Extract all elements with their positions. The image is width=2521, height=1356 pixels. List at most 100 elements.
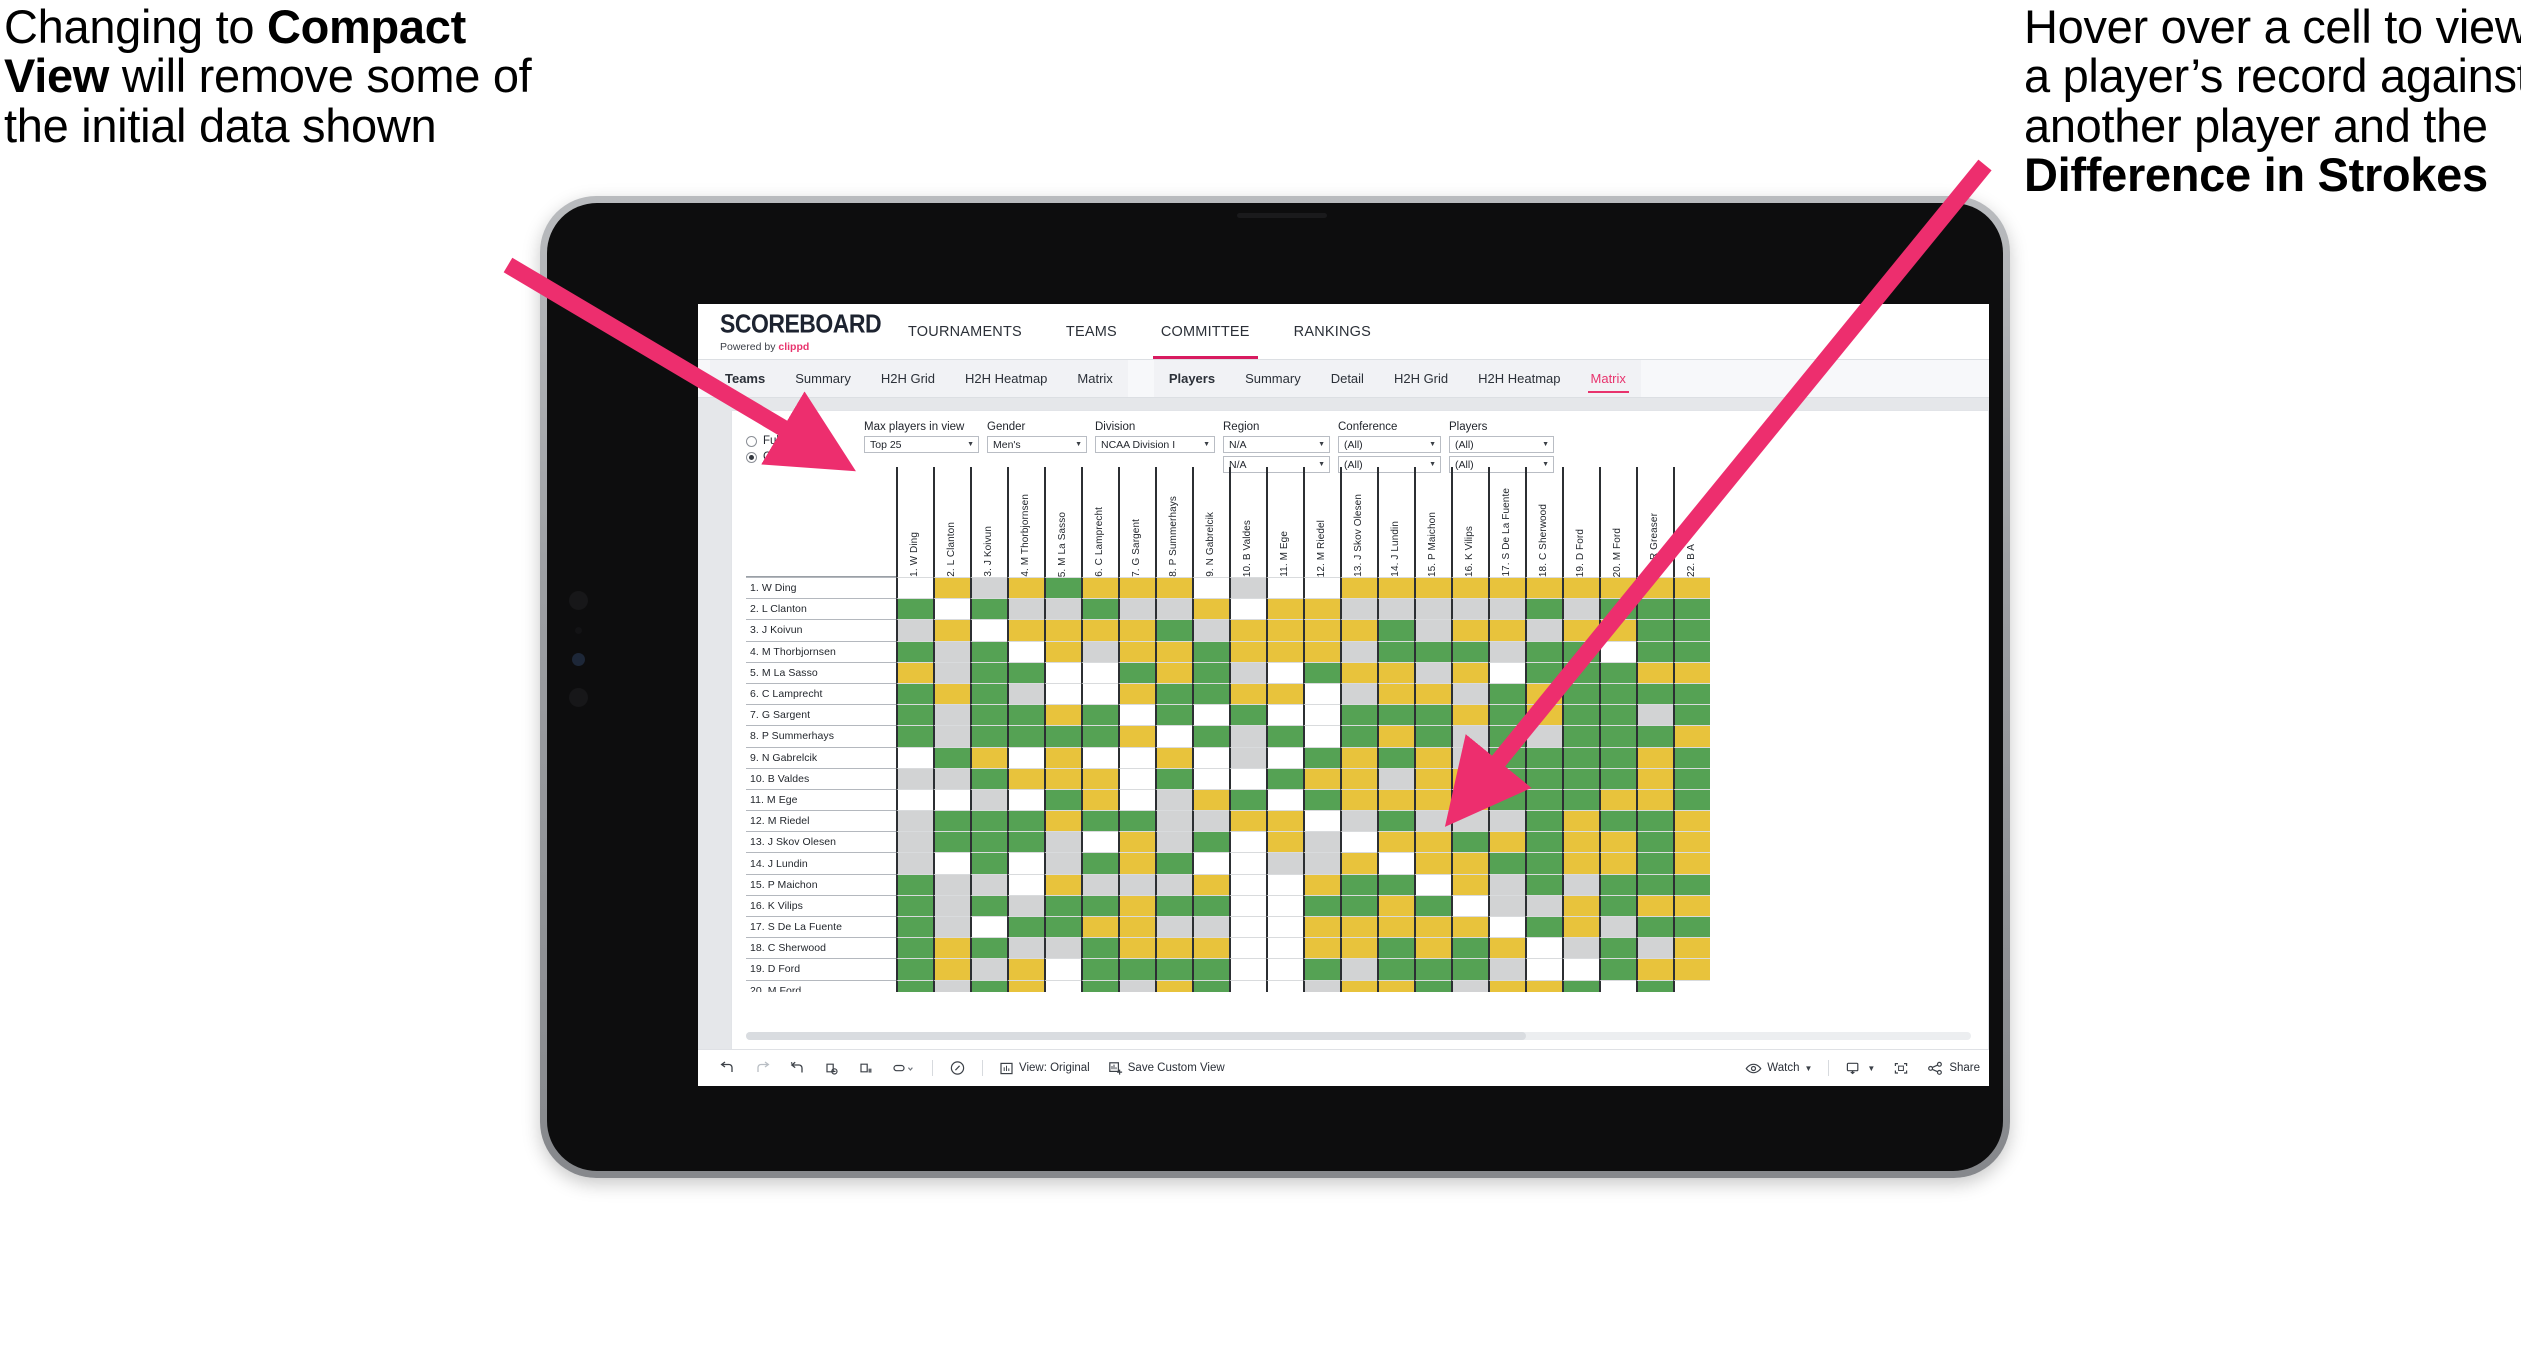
matrix-cell[interactable] bbox=[1118, 958, 1155, 980]
matrix-cell[interactable] bbox=[1599, 916, 1636, 938]
matrix-cell[interactable] bbox=[1377, 661, 1414, 683]
matrix-cell[interactable] bbox=[1636, 598, 1673, 620]
horizontal-scrollbar[interactable] bbox=[746, 1032, 1971, 1040]
matrix-cell[interactable] bbox=[1118, 661, 1155, 683]
matrix-cell[interactable] bbox=[1599, 661, 1636, 683]
matrix-cell[interactable] bbox=[1636, 979, 1673, 992]
matrix-cell[interactable] bbox=[970, 810, 1007, 832]
matrix-cell[interactable] bbox=[1118, 916, 1155, 938]
matrix-cell[interactable] bbox=[1636, 682, 1673, 705]
matrix-cell[interactable] bbox=[1229, 577, 1266, 599]
matrix-cell[interactable] bbox=[1636, 788, 1673, 811]
matrix-cell[interactable] bbox=[1303, 831, 1340, 853]
matrix-cell[interactable] bbox=[1525, 598, 1562, 620]
matrix-cell[interactable] bbox=[1673, 937, 1710, 959]
matrix-cell[interactable] bbox=[1303, 788, 1340, 811]
matrix-cell[interactable] bbox=[1451, 916, 1488, 938]
matrix-cell[interactable] bbox=[1599, 746, 1636, 768]
refresh-data-button[interactable] bbox=[815, 1061, 849, 1076]
matrix-cell[interactable] bbox=[1562, 767, 1599, 789]
matrix-cell[interactable] bbox=[1044, 873, 1081, 895]
matrix-cell[interactable] bbox=[1636, 894, 1673, 916]
matrix-cell[interactable] bbox=[1673, 979, 1710, 992]
matrix-cell[interactable] bbox=[1488, 979, 1525, 992]
matrix-cell[interactable] bbox=[1155, 958, 1192, 980]
topnav-item-teams[interactable]: TEAMS bbox=[1044, 304, 1139, 359]
topnav-item-rankings[interactable]: RANKINGS bbox=[1272, 304, 1393, 359]
select-region[interactable]: N/A ▼ bbox=[1223, 436, 1330, 453]
matrix-cell[interactable] bbox=[1155, 640, 1192, 662]
matrix-cell[interactable] bbox=[1599, 704, 1636, 726]
matrix-cell[interactable] bbox=[1192, 640, 1229, 662]
matrix-cell[interactable] bbox=[1414, 852, 1451, 874]
subtab-players-detail[interactable]: Detail bbox=[1316, 360, 1379, 397]
matrix-cell[interactable] bbox=[1340, 937, 1377, 959]
matrix-cell[interactable] bbox=[1118, 831, 1155, 853]
fullscreen-button[interactable] bbox=[1884, 1061, 1918, 1076]
matrix-cell[interactable] bbox=[1673, 598, 1710, 620]
matrix-cell[interactable] bbox=[1525, 640, 1562, 662]
matrix-cell[interactable] bbox=[1229, 661, 1266, 683]
matrix-cell[interactable] bbox=[1414, 958, 1451, 980]
select-max-players[interactable]: Top 25 ▼ bbox=[864, 436, 979, 453]
matrix-cell[interactable] bbox=[1266, 831, 1303, 853]
matrix-cell[interactable] bbox=[1081, 916, 1118, 938]
matrix-cell[interactable] bbox=[1007, 916, 1044, 938]
matrix-cell[interactable] bbox=[1636, 852, 1673, 874]
matrix-cell[interactable] bbox=[1451, 831, 1488, 853]
radio-full-view[interactable]: Full View bbox=[746, 435, 864, 447]
matrix-cell[interactable] bbox=[1044, 831, 1081, 853]
matrix-cell[interactable] bbox=[1451, 810, 1488, 832]
matrix-cell[interactable] bbox=[1118, 704, 1155, 726]
matrix-cell[interactable] bbox=[896, 831, 933, 853]
redo-button[interactable] bbox=[745, 1060, 780, 1076]
matrix-cell[interactable] bbox=[1303, 979, 1340, 992]
matrix-cell[interactable] bbox=[933, 873, 970, 895]
matrix-cell[interactable] bbox=[933, 831, 970, 853]
matrix-cell[interactable] bbox=[1192, 767, 1229, 789]
matrix-cell[interactable] bbox=[1340, 810, 1377, 832]
subtab-teams-h2h-heatmap[interactable]: H2H Heatmap bbox=[950, 360, 1062, 397]
matrix-cell[interactable] bbox=[1451, 725, 1488, 747]
matrix-cell[interactable] bbox=[1451, 661, 1488, 683]
matrix-cell[interactable] bbox=[1414, 704, 1451, 726]
matrix-cell[interactable] bbox=[1562, 682, 1599, 705]
matrix-cell[interactable] bbox=[1377, 958, 1414, 980]
matrix-cell[interactable] bbox=[1525, 577, 1562, 599]
matrix-cell[interactable] bbox=[1636, 640, 1673, 662]
matrix-cell[interactable] bbox=[1377, 852, 1414, 874]
matrix-cell[interactable] bbox=[1525, 894, 1562, 916]
matrix-cell[interactable] bbox=[1673, 788, 1710, 811]
matrix-cell[interactable] bbox=[1118, 577, 1155, 599]
matrix-cell[interactable] bbox=[1007, 619, 1044, 641]
matrix-cell[interactable] bbox=[1562, 577, 1599, 599]
matrix-cell[interactable] bbox=[1488, 831, 1525, 853]
matrix-cell[interactable] bbox=[1525, 916, 1562, 938]
matrix-cell[interactable] bbox=[1303, 852, 1340, 874]
matrix-cell[interactable] bbox=[1673, 831, 1710, 853]
matrix-cell[interactable] bbox=[1673, 767, 1710, 789]
matrix-cell[interactable] bbox=[1007, 746, 1044, 768]
matrix-cell[interactable] bbox=[1599, 873, 1636, 895]
matrix-cell[interactable] bbox=[1155, 894, 1192, 916]
matrix-cell[interactable] bbox=[1673, 682, 1710, 705]
matrix-cell[interactable] bbox=[1451, 979, 1488, 992]
matrix-cell[interactable] bbox=[933, 852, 970, 874]
matrix-cell[interactable] bbox=[933, 937, 970, 959]
matrix-cell[interactable] bbox=[1192, 704, 1229, 726]
matrix-cell[interactable] bbox=[1118, 852, 1155, 874]
matrix-cell[interactable] bbox=[933, 810, 970, 832]
matrix-cell[interactable] bbox=[1081, 704, 1118, 726]
matrix-cell[interactable] bbox=[970, 725, 1007, 747]
matrix-cell[interactable] bbox=[1340, 767, 1377, 789]
matrix-cell[interactable] bbox=[1525, 746, 1562, 768]
matrix-cell[interactable] bbox=[1525, 958, 1562, 980]
radio-compact-view[interactable]: Compact View bbox=[746, 451, 864, 463]
subtab-players-summary[interactable]: Summary bbox=[1230, 360, 1316, 397]
matrix-cell[interactable] bbox=[1007, 852, 1044, 874]
matrix-cell[interactable] bbox=[1044, 746, 1081, 768]
matrix-cell[interactable] bbox=[1451, 873, 1488, 895]
matrix-cell[interactable] bbox=[1488, 619, 1525, 641]
matrix-cell[interactable] bbox=[1488, 916, 1525, 938]
matrix-cell[interactable] bbox=[970, 661, 1007, 683]
